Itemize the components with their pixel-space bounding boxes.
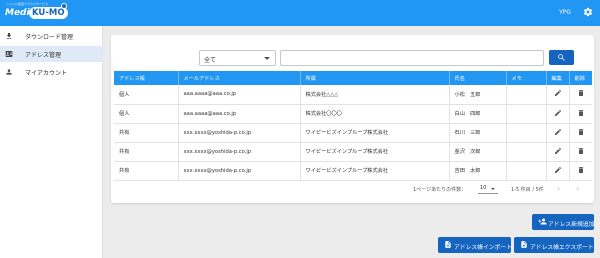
- column-header-organization[interactable]: 所属: [299, 71, 449, 85]
- table-row[interactable]: 共有 xxx.xxxx@yoshida-p.co.jp ワイピービズインプループ…: [114, 142, 592, 161]
- cell-organization: ワイピービズインプループ株式会社: [299, 123, 449, 142]
- logo-dot: [61, 3, 67, 9]
- logo-tagline: ファイル転送クラウドサービス: [6, 2, 49, 6]
- logo-kumo-text: KU-MO: [29, 7, 68, 19]
- person-add-icon: [538, 218, 547, 225]
- table-row[interactable]: 共有 xxx.xxxx@yoshida-p.co.jp ワイピービズインプループ…: [114, 161, 592, 180]
- cell-organization: 株式会社△△△: [299, 85, 449, 104]
- cell-organization: ワイピービズインプループ株式会社: [299, 161, 449, 180]
- cell-email: aaa.aaaa@aaa.co.jp: [177, 104, 300, 123]
- delete-button[interactable]: [568, 85, 592, 104]
- sidebar-item-my-account[interactable]: マイアカウント: [0, 64, 103, 80]
- delete-button[interactable]: [568, 104, 592, 123]
- file-export-icon: [521, 241, 527, 248]
- sidebar-item-address[interactable]: アドレス管理: [0, 46, 103, 62]
- cell-organization: ワイピービズインプループ株式会社: [299, 142, 449, 161]
- cell-email: xxx.xxxx@yoshida-p.co.jp: [177, 142, 300, 161]
- edit-button[interactable]: [545, 104, 569, 123]
- trash-icon: [578, 147, 584, 154]
- cell-email: xxx.xxxx@yoshida-p.co.jp: [177, 123, 300, 142]
- trash-icon: [578, 166, 584, 173]
- pencil-icon: [554, 109, 561, 116]
- contact-card-icon: [5, 51, 13, 57]
- column-header-name[interactable]: 氏名: [448, 71, 506, 85]
- pencil-icon: [554, 90, 561, 97]
- column-header-address-book[interactable]: アドレス帳: [114, 71, 178, 85]
- trash-icon: [578, 128, 584, 135]
- import-label: アドレス帳インポート: [454, 245, 512, 251]
- edit-button[interactable]: [545, 142, 569, 161]
- cell-name: 金沢 次郎: [448, 142, 506, 161]
- app-root: ファイル転送クラウドサービス Media KU-MO YPG ダウンロード管理 …: [0, 0, 600, 258]
- trash-icon: [578, 90, 584, 97]
- sidebar-item-download[interactable]: ダウンロード管理: [0, 28, 103, 44]
- cell-memo: [505, 85, 546, 104]
- sidebar: ダウンロード管理 アドレス管理 マイアカウント: [0, 26, 103, 258]
- cell-memo: [505, 123, 546, 142]
- delete-button[interactable]: [568, 142, 592, 161]
- cell-email: xxx.xxxx@yoshida-p.co.jp: [177, 161, 300, 180]
- table-row[interactable]: 個人 aaa.aaaa@aaa.co.jp 株式会社△△△ 小松 五郎: [114, 85, 592, 104]
- chevron-down-icon: [491, 188, 495, 190]
- cell-memo: [505, 142, 546, 161]
- cell-name: 白山 四郎: [448, 104, 506, 123]
- previous-page-button[interactable]: ‹: [557, 184, 560, 193]
- chevron-down-icon: [264, 57, 270, 60]
- cell-memo: [505, 104, 546, 123]
- address-book-select[interactable]: 全て: [199, 50, 276, 66]
- cell-address-book: 個人: [119, 91, 130, 98]
- table-row[interactable]: 個人 aaa.aaaa@aaa.co.jp 株式会社〇〇〇 白山 四郎: [114, 104, 592, 123]
- logo: ファイル転送クラウドサービス Media KU-MO: [3, 2, 68, 24]
- cell-address-book: 共有: [119, 130, 130, 136]
- table-header-row: アドレス帳 メールアドレス 所属 氏名 メモ 編集 削除: [114, 71, 592, 85]
- sidebar-item-label: マイアカウント: [25, 70, 68, 77]
- rows-per-page-value: 10: [480, 185, 487, 191]
- download-icon: [6, 33, 12, 39]
- table-row[interactable]: 共有 xxx.xxxx@yoshida-p.co.jp ワイピービズインプループ…: [114, 123, 592, 142]
- cell-organization: 株式会社〇〇〇: [299, 104, 449, 123]
- search-button[interactable]: [549, 50, 574, 65]
- export-address-book-button[interactable]: アドレス帳エクスポート: [514, 237, 594, 253]
- gear-icon[interactable]: [583, 7, 593, 17]
- cell-address-book: 個人: [119, 111, 130, 117]
- cell-name: 小松 五郎: [448, 85, 506, 104]
- sidebar-item-label: ダウンロード管理: [25, 34, 74, 41]
- column-header-email[interactable]: メールアドレス: [177, 71, 300, 85]
- pencil-icon: [554, 128, 561, 135]
- trash-icon: [578, 109, 584, 116]
- search-input[interactable]: [280, 50, 544, 66]
- edit-button[interactable]: [545, 161, 569, 180]
- delete-button[interactable]: [568, 123, 592, 142]
- rows-per-page-label: 1ページあたりの件数：: [413, 187, 467, 193]
- column-header-memo[interactable]: メモ: [505, 71, 546, 85]
- pencil-icon: [554, 166, 561, 173]
- edit-button[interactable]: [545, 85, 569, 104]
- select-value: 全て: [204, 57, 217, 64]
- import-address-book-button[interactable]: アドレス帳インポート: [438, 237, 512, 253]
- column-header-edit: 編集: [545, 71, 569, 85]
- pencil-icon: [554, 147, 561, 154]
- file-import-icon: [445, 241, 451, 248]
- top-app-bar: ファイル転送クラウドサービス Media KU-MO YPG: [0, 0, 600, 26]
- cell-name: 石川 三郎: [448, 123, 506, 142]
- person-icon: [6, 69, 12, 75]
- edit-button[interactable]: [545, 123, 569, 142]
- address-table: アドレス帳 メールアドレス 所属 氏名 メモ 編集 削除 個人 aaa.aaaa…: [114, 71, 592, 181]
- add-address-label: アドレス新規追加: [548, 222, 595, 228]
- next-page-button[interactable]: ›: [576, 184, 579, 193]
- add-address-button[interactable]: アドレス新規追加: [532, 214, 594, 230]
- cell-name: 吉田 太郎: [448, 161, 506, 180]
- rows-per-page-select[interactable]: 10: [478, 184, 498, 194]
- export-label: アドレス帳エクスポート: [530, 245, 594, 251]
- pagination-range: 1-5 件目 / 5件: [511, 187, 544, 193]
- user-name[interactable]: YPG: [559, 9, 571, 16]
- cell-address-book: 共有: [119, 168, 130, 174]
- cell-address-book: 共有: [119, 149, 130, 155]
- delete-button[interactable]: [568, 161, 592, 180]
- sidebar-item-label: アドレス管理: [25, 52, 62, 59]
- cell-email: aaa.aaaa@aaa.co.jp: [177, 85, 300, 104]
- column-header-delete: 削除: [568, 71, 592, 85]
- cell-memo: [505, 161, 546, 180]
- search-icon: [558, 54, 565, 61]
